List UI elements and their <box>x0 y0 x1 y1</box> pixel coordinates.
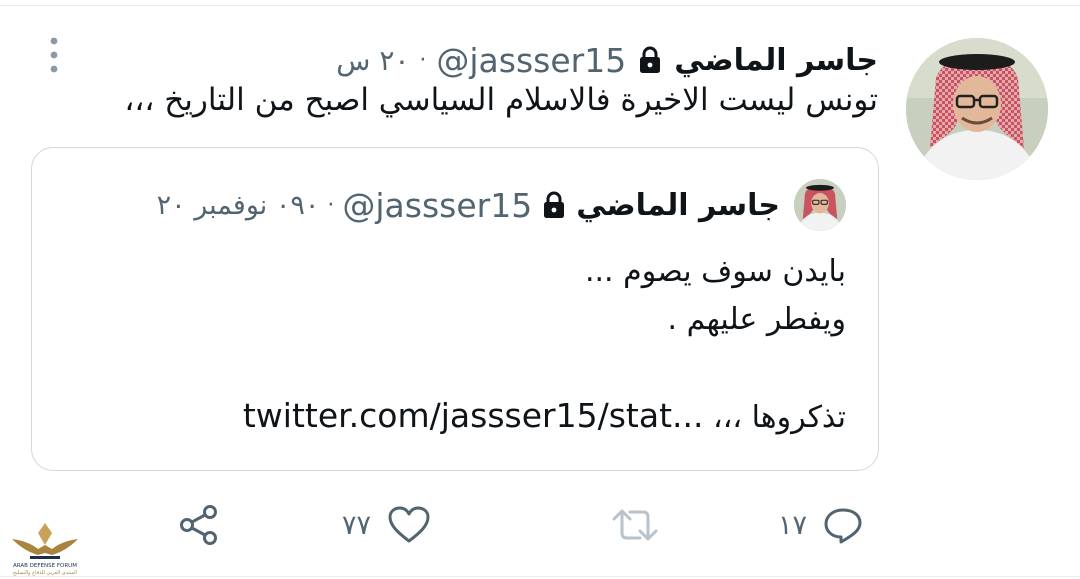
svg-text:ARAB DEFENSE FORUM: ARAB DEFENSE FORUM <box>13 563 77 569</box>
share-action[interactable] <box>178 500 220 550</box>
share-icon <box>180 505 217 545</box>
tweet-time[interactable]: ٢٠ س <box>336 44 409 77</box>
lock-icon <box>544 191 565 218</box>
reply-icon <box>824 508 862 544</box>
heart-icon <box>388 506 430 543</box>
avatar[interactable] <box>906 38 1048 180</box>
quoted-link[interactable]: twitter.com/jassser15/stat... <box>243 396 704 435</box>
author-handle[interactable]: @jassser15 <box>436 41 626 80</box>
reply-count: ١٧ <box>778 509 808 541</box>
bottom-divider <box>0 576 1080 577</box>
avatar-image <box>906 38 1048 180</box>
quoted-tweet-text: بايدن سوف يصوم ... ويفطر عليهم . تذكروها… <box>206 248 846 442</box>
tweet-text: تونس ليست الاخيرة فالاسلام السياسي اصبح … <box>124 82 878 118</box>
like-count: ٧٧ <box>342 509 372 541</box>
quoted-author-handle: @jassser15 <box>342 185 533 225</box>
quoted-line-2: ويفطر عليهم . <box>667 302 846 337</box>
tweet-header: جاسر الماضي @jassser15 · ٢٠ س <box>336 34 878 86</box>
quoted-avatar-image <box>794 179 846 231</box>
quoted-tweet-date: ٠٩٠ نوفمبر ٢٠ <box>156 189 320 221</box>
quoted-author-name: جاسر الماضي <box>576 187 780 223</box>
top-divider <box>0 5 1080 6</box>
quoted-tweet-header: جاسر الماضي @jassser15 · ٠٩٠ نوفمبر ٢٠ <box>157 181 780 229</box>
forum-watermark-logo: ARAB DEFENSE FORUM المنتدى العربي للدفاع… <box>12 523 78 576</box>
reply-action[interactable]: ١٧ <box>778 500 863 550</box>
quoted-line-1: بايدن سوف يصوم ... <box>584 254 846 289</box>
quoted-avatar <box>794 179 846 231</box>
separator-dot: · <box>419 47 427 73</box>
retweet-action[interactable] <box>610 500 660 550</box>
retweet-icon <box>612 509 658 541</box>
author-name[interactable]: جاسر الماضي <box>674 43 878 78</box>
lock-icon <box>640 46 661 73</box>
more-vertical-icon[interactable] <box>44 36 64 74</box>
separator-dot: · <box>327 192 335 218</box>
quoted-line-3: تذكروها ،،، twitter.com/jassser15/stat..… <box>206 392 846 442</box>
like-action[interactable]: ٧٧ <box>342 500 431 550</box>
quoted-line-3-text: تذكروها ،،، <box>713 400 846 435</box>
